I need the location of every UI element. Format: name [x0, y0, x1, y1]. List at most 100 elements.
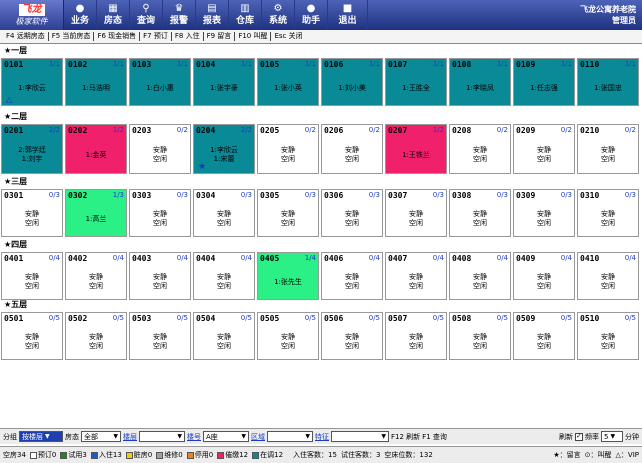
- refresh-button[interactable]: F12 刷新: [391, 432, 420, 442]
- group-select[interactable]: 按楼层 ▼: [19, 431, 63, 442]
- room-card[interactable]: 0406 0/4 安静 空闲: [321, 252, 383, 300]
- room-card[interactable]: 0507 0/5 安静 空闲: [385, 312, 447, 360]
- room-body: 安静 空闲: [258, 202, 318, 236]
- room-card[interactable]: 0509 0/5 安静 空闲: [513, 312, 575, 360]
- room-card[interactable]: 0207 1/2 1:王铁兰: [385, 124, 447, 174]
- toolbar-label: 报警: [169, 16, 188, 26]
- room-card[interactable]: 0301 0/3 安静 空闲: [1, 189, 63, 237]
- toolbar-button-5[interactable]: ▥ 仓库: [229, 0, 262, 30]
- room-card[interactable]: 0102 1/1 1:马浩明: [65, 58, 127, 106]
- toolbar-button-0[interactable]: ● 业务: [64, 0, 97, 30]
- room-card[interactable]: 0205 0/2 安静 空闲: [257, 124, 319, 174]
- toolbar-button-4[interactable]: ▤ 报表: [196, 0, 229, 30]
- room-card[interactable]: 0104 1/1 1:张宇豪: [193, 58, 255, 106]
- room-card[interactable]: 0403 0/4 安静 空闲: [129, 252, 191, 300]
- shortcut-item[interactable]: F8 入住: [172, 32, 204, 41]
- shortcut-item[interactable]: Esc 关闭: [271, 32, 305, 41]
- room-card[interactable]: 0302 1/3 1:高兰: [65, 189, 127, 237]
- room-card[interactable]: 0208 0/2 安静 空闲: [449, 124, 511, 174]
- room-card[interactable]: 0502 0/5 安静 空闲: [65, 312, 127, 360]
- room-card[interactable]: 0308 0/3 安静 空闲: [449, 189, 511, 237]
- room-card[interactable]: 0407 0/4 安静 空闲: [385, 252, 447, 300]
- room-card[interactable]: 0304 0/3 安静 空闲: [193, 189, 255, 237]
- room-card[interactable]: 0107 1/1 1:王胜全: [385, 58, 447, 106]
- area-link[interactable]: 区域: [251, 432, 265, 442]
- room-card[interactable]: 0503 0/5 安静 空闲: [129, 312, 191, 360]
- room-card[interactable]: 0204 2/2 1:李欣云 1:宋蕾 ★: [193, 124, 255, 174]
- shortcut-item[interactable]: F4 远期房态: [3, 32, 49, 41]
- room-card[interactable]: 0409 0/4 安静 空闲: [513, 252, 575, 300]
- feature-select[interactable]: ▼: [331, 431, 389, 442]
- room-card[interactable]: 0310 0/3 安静 空闲: [577, 189, 639, 237]
- room-body: 安静 空闲: [578, 202, 638, 236]
- room-card[interactable]: 0504 0/5 安静 空闲: [193, 312, 255, 360]
- room-card[interactable]: 0505 0/5 安静 空闲: [257, 312, 319, 360]
- shortcut-item[interactable]: F7 预订: [140, 32, 172, 41]
- toolbar-button-7[interactable]: ● 助手: [295, 0, 328, 30]
- room-card[interactable]: 0201 2/2 2:郭学廷 1:刘宇: [1, 124, 63, 174]
- area-select[interactable]: ▼: [267, 431, 313, 442]
- room-card[interactable]: 0105 1/1 1:张小英: [257, 58, 319, 106]
- floor-link[interactable]: 楼层: [123, 432, 137, 442]
- room-number: 0502: [68, 314, 88, 323]
- building-link[interactable]: 楼号: [187, 432, 201, 442]
- room-occupancy: 0/3: [304, 191, 316, 199]
- room-card[interactable]: 0103 1/1 1:白小惠: [129, 58, 191, 106]
- room-card[interactable]: 0510 0/5 安静 空闲: [577, 312, 639, 360]
- toolbar-button-6[interactable]: ⚙ 系统: [262, 0, 295, 30]
- shortcut-item[interactable]: F10 叫醒: [235, 32, 272, 41]
- room-card[interactable]: 0106 1/1 1:刘小美: [321, 58, 383, 106]
- room-card[interactable]: 0110 1/1 1:张国忠: [577, 58, 639, 106]
- toolbar-button-1[interactable]: ▦ 房态: [97, 0, 130, 30]
- shortcut-item[interactable]: F6 现金销售: [94, 32, 141, 41]
- building-select[interactable]: A座 ▼: [203, 431, 249, 442]
- room-card[interactable]: 0404 0/4 安静 空闲: [193, 252, 255, 300]
- legend-item: 催缴12: [217, 450, 248, 460]
- room-card[interactable]: 0405 1/4 1:张先生: [257, 252, 319, 300]
- room-card[interactable]: 0210 0/2 安静 空闲: [577, 124, 639, 174]
- room-card[interactable]: 0209 0/2 安静 空闲: [513, 124, 575, 174]
- room-line: 安静: [153, 210, 167, 218]
- room-card[interactable]: 0501 0/5 安静 空闲: [1, 312, 63, 360]
- shortcut-item[interactable]: F9 留言: [204, 32, 236, 41]
- room-card[interactable]: 0305 0/3 安静 空闲: [257, 189, 319, 237]
- toolbar-button-8[interactable]: ■ 退出: [328, 0, 368, 30]
- feature-link[interactable]: 特征: [315, 432, 329, 442]
- roomtype-select[interactable]: 全部 ▼: [81, 431, 121, 442]
- room-card[interactable]: 0307 0/3 安静 空闲: [385, 189, 447, 237]
- legend-label: 催缴12: [225, 451, 249, 459]
- room-card[interactable]: 0303 0/3 安静 空闲: [129, 189, 191, 237]
- room-body: 1:王胜全: [386, 71, 446, 105]
- room-card[interactable]: 0108 1/1 1:李晓凤: [449, 58, 511, 106]
- room-card[interactable]: 0401 0/4 安静 空闲: [1, 252, 63, 300]
- room-occupancy: 1/1: [496, 60, 508, 68]
- room-card[interactable]: 0309 0/3 安静 空闲: [513, 189, 575, 237]
- room-card[interactable]: 0101 1/1 1:李欣云 △: [1, 58, 63, 106]
- room-line: 空闲: [345, 342, 359, 350]
- room-card[interactable]: 0202 1/2 1:金英: [65, 124, 127, 174]
- auto-refresh-checkbox[interactable]: ✓: [575, 432, 583, 441]
- room-card[interactable]: 0506 0/5 安静 空闲: [321, 312, 383, 360]
- room-occupancy: 0/3: [496, 191, 508, 199]
- query-button[interactable]: F1 查询: [422, 432, 447, 442]
- room-card[interactable]: 0306 0/3 安静 空闲: [321, 189, 383, 237]
- room-line: 安静: [537, 210, 551, 218]
- floor-select[interactable]: ▼: [139, 431, 185, 442]
- toolbar-button-3[interactable]: ♛ 报警: [163, 0, 196, 30]
- legend-label: 试用3: [68, 451, 87, 459]
- room-card[interactable]: 0203 0/2 安静 空闲: [129, 124, 191, 174]
- room-occupancy: 1/1: [368, 60, 380, 68]
- room-card[interactable]: 0408 0/4 安静 空闲: [449, 252, 511, 300]
- toolbar-button-2[interactable]: ⚲ 查询: [130, 0, 163, 30]
- room-occupancy: 2/2: [240, 126, 252, 134]
- header-info: 飞龙公寓养老院 管理员: [580, 0, 642, 30]
- shortcut-item[interactable]: F5 当前房态: [49, 32, 95, 41]
- room-card[interactable]: 0206 0/2 安静 空闲: [321, 124, 383, 174]
- room-line: 安静: [89, 333, 103, 341]
- rate-select[interactable]: 5 ▼: [601, 431, 623, 442]
- room-card[interactable]: 0402 0/4 安静 空闲: [65, 252, 127, 300]
- room-card[interactable]: 0410 0/4 安静 空闲: [577, 252, 639, 300]
- room-card[interactable]: 0508 0/5 安静 空闲: [449, 312, 511, 360]
- toolbar-icon: ▤: [207, 3, 217, 14]
- room-card[interactable]: 0109 1/1 1:任志强: [513, 58, 575, 106]
